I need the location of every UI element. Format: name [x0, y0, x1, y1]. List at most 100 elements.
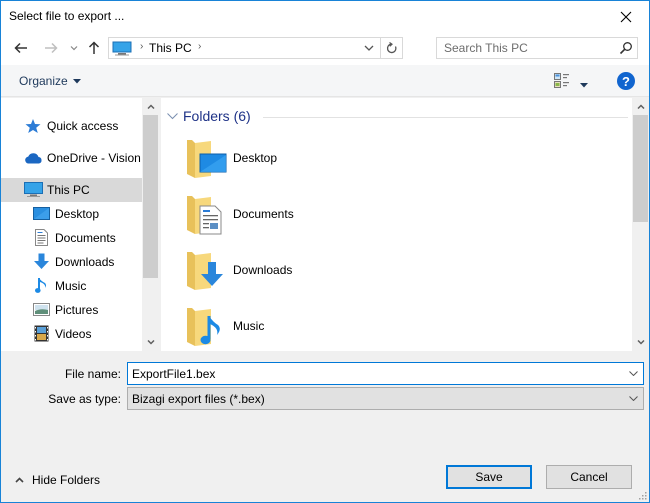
save-as-type-label: Save as type: [48, 392, 121, 406]
help-icon: ? [622, 73, 630, 89]
scrollbar-thumb[interactable] [143, 115, 158, 278]
change-view-icon [554, 73, 569, 88]
folder-item-music[interactable]: Music [181, 306, 381, 351]
file-list-pane: Folders (6) Desktop Documents Downloads … [161, 98, 649, 351]
nav-item-label: Quick access [47, 119, 119, 133]
arrow-right-icon [45, 42, 58, 54]
chevron-down-icon [636, 340, 645, 345]
nav-item-label: Desktop [55, 207, 100, 221]
command-bar: Organize ? [1, 65, 649, 97]
save-as-type-value: Bizagi export files (*.bex) [132, 392, 265, 406]
nav-item-onedrive[interactable]: OneDrive - Vision [1, 146, 142, 170]
scroll-up-button[interactable] [632, 98, 649, 115]
chevron-up-icon [636, 104, 645, 109]
chevron-down-icon [364, 45, 374, 51]
forward-button[interactable] [41, 37, 61, 59]
breadcrumb-separator[interactable]: › [140, 41, 143, 52]
organize-menu-button[interactable]: Organize [19, 74, 81, 88]
breadcrumb-separator[interactable]: › [198, 41, 201, 52]
nav-item-documents[interactable]: Documents [1, 226, 142, 250]
chevron-down-icon [628, 371, 638, 376]
chevron-down-icon [167, 112, 178, 119]
nav-item-label: OneDrive - Vision [47, 151, 141, 165]
cancel-button[interactable]: Cancel [546, 465, 632, 489]
hide-folders-button[interactable]: Hide Folders [15, 473, 100, 487]
hide-folders-label: Hide Folders [32, 473, 101, 487]
view-options-dropdown[interactable] [580, 77, 588, 91]
change-view-button[interactable] [554, 73, 570, 91]
nav-item-quick-access[interactable]: Quick access [1, 114, 142, 138]
help-button[interactable]: ? [617, 72, 635, 90]
nav-item-label: Pictures [55, 303, 99, 317]
nav-item-desktop[interactable]: Desktop [1, 202, 142, 226]
nav-item-pictures[interactable]: Pictures [1, 298, 142, 322]
breadcrumb-this-pc[interactable]: This PC [149, 41, 192, 55]
download-icon [34, 253, 49, 269]
close-icon [620, 11, 632, 22]
nav-item-videos[interactable]: Videos [1, 322, 142, 346]
back-button[interactable] [11, 37, 31, 59]
folder-name: Music [233, 319, 265, 333]
nav-item-label: Music [55, 279, 87, 293]
up-button[interactable] [85, 37, 103, 59]
scroll-up-button[interactable] [142, 98, 159, 115]
computer-icon [112, 41, 132, 56]
search-box[interactable] [436, 37, 638, 59]
videos-icon [34, 325, 49, 342]
address-history-dropdown[interactable] [360, 38, 378, 58]
chevron-up-icon [15, 477, 24, 483]
folders-group-header[interactable]: Folders (6) [167, 108, 251, 124]
folder-item-documents[interactable]: Documents [181, 194, 381, 246]
title-bar: Select file to export ... [1, 1, 649, 32]
recent-locations-button[interactable] [67, 37, 81, 59]
chevron-up-icon [146, 104, 155, 109]
caret-down-icon [580, 83, 588, 88]
file-name-dropdown-button[interactable] [623, 363, 643, 384]
nav-item-label: Videos [55, 327, 92, 341]
navpane-scrollbar[interactable] [142, 98, 159, 351]
documents-icon [35, 229, 48, 246]
scroll-down-button[interactable] [142, 334, 159, 351]
file-name-input[interactable] [128, 363, 618, 384]
save-button[interactable]: Save [446, 465, 532, 489]
file-name-combobox[interactable] [127, 362, 644, 385]
scrollbar-thumb[interactable] [633, 115, 648, 222]
star-icon [25, 119, 41, 133]
content-scrollbar[interactable] [632, 98, 649, 351]
save-as-type-select[interactable]: Bizagi export files (*.bex) [127, 387, 644, 410]
folder-item-desktop[interactable]: Desktop [181, 138, 381, 190]
caret-down-icon [72, 78, 81, 83]
nav-item-downloads[interactable]: Downloads [1, 250, 142, 274]
folder-name: Downloads [233, 263, 293, 277]
desktop-folder-icon [187, 140, 227, 178]
file-name-label: File name: [64, 367, 121, 381]
music-icon [35, 278, 46, 293]
refresh-button[interactable] [380, 38, 402, 58]
close-button[interactable] [603, 1, 649, 32]
save-as-type-dropdown-button[interactable] [623, 388, 643, 409]
nav-item-music[interactable]: Music [1, 274, 142, 298]
address-bar[interactable]: › This PC › [108, 37, 403, 59]
resize-grip-icon[interactable] [637, 490, 647, 500]
folder-item-downloads[interactable]: Downloads [181, 250, 381, 302]
documents-folder-icon [187, 196, 222, 235]
refresh-icon [386, 41, 397, 53]
arrow-left-icon [14, 42, 27, 54]
chevron-down-icon [628, 396, 638, 401]
search-input[interactable] [437, 38, 612, 58]
scroll-down-button[interactable] [632, 334, 649, 351]
dialog-title: Select file to export ... [9, 9, 125, 23]
computer-icon [24, 182, 43, 197]
nav-item-label: Documents [55, 231, 116, 245]
nav-item-label: This PC [47, 183, 90, 197]
navigation-pane: Quick access OneDrive - Vision This PC D… [1, 98, 159, 351]
navigation-bar: › This PC › [1, 32, 649, 65]
nav-item-this-pc[interactable]: This PC [1, 178, 142, 202]
cloud-icon [25, 153, 42, 164]
folder-name: Documents [233, 207, 294, 221]
pictures-icon [33, 303, 50, 316]
search-icon [619, 42, 632, 55]
music-folder-icon [187, 308, 220, 346]
folders-group-title: Folders (6) [183, 108, 251, 124]
arrow-up-icon [88, 41, 100, 54]
